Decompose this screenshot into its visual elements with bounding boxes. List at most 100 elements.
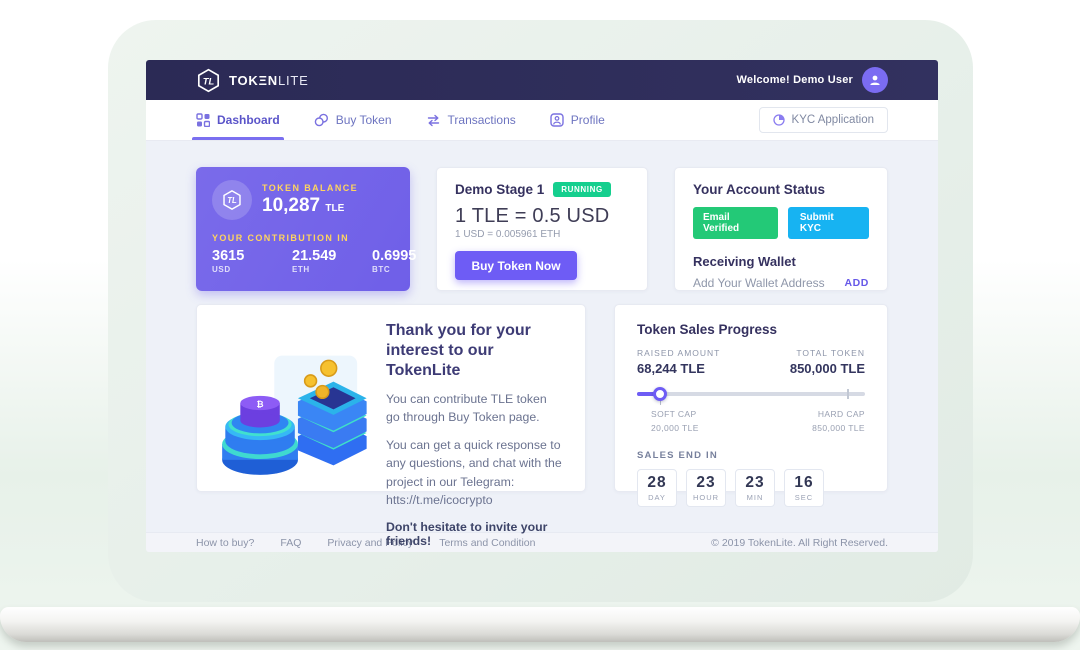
balance-top: TL TOKEN BALANCE 10,287 TLE: [212, 180, 394, 220]
slider-track: [637, 392, 865, 396]
submit-kyc-badge[interactable]: Submit KYC: [788, 207, 869, 239]
countdown-day: 28 DAY: [637, 469, 677, 507]
countdown-unit: DAY: [648, 493, 666, 502]
countdown-row: 28 DAY 23 HOUR 23 MIN 16: [637, 469, 865, 507]
coins-illustration: ₿: [219, 343, 374, 475]
main-content: TL TOKEN BALANCE 10,287 TLE YOUR CONTRIB…: [146, 140, 938, 532]
contribution-currency: USD: [212, 265, 274, 274]
countdown-sec: 16 SEC: [784, 469, 824, 507]
contribution-label: YOUR CONTRIBUTION IN: [212, 233, 394, 243]
brand: TL TOKΞNLITE: [196, 68, 309, 93]
token-hexagon-icon: TL: [212, 180, 252, 220]
app-screen: TL TOKΞNLITE Welcome! Demo User: [146, 60, 938, 552]
stage-head: Demo Stage 1 RUNNING: [455, 182, 629, 197]
balance-value: 10,287: [262, 195, 320, 216]
countdown-value: 16: [794, 474, 813, 492]
progress-title: Token Sales Progress: [637, 322, 865, 337]
nav-bar: Dashboard Buy Token Transactions: [146, 100, 938, 140]
nav-item-transactions[interactable]: Transactions: [426, 100, 516, 140]
thank-you-highlight: Don't hesitate to invite your friends!: [386, 520, 563, 548]
brand-name-bold: TOKΞN: [229, 73, 278, 88]
countdown-unit: MIN: [747, 493, 764, 502]
balance-unit: TLE: [325, 203, 344, 214]
nav-items: Dashboard Buy Token Transactions: [196, 100, 605, 140]
kyc-application-button[interactable]: KYC Application: [759, 107, 888, 133]
contribution-usd: 3615 USD: [212, 248, 274, 274]
slider-handle[interactable]: [653, 387, 667, 401]
hard-cap: HARD CAP 850,000 TLE: [812, 408, 865, 435]
cards-row-2: ₿ Thank you for your interest to our Tok…: [196, 304, 888, 492]
countdown-value: 28: [647, 474, 666, 492]
token-sales-progress-card: Token Sales Progress RAISED AMOUNT TOTAL…: [614, 304, 888, 492]
contribution-value: 3615: [212, 248, 274, 264]
buy-token-now-button[interactable]: Buy Token Now: [455, 251, 577, 280]
raised-amount-label: RAISED AMOUNT: [637, 348, 720, 358]
progress-labels: RAISED AMOUNT TOTAL TOKEN: [637, 348, 865, 358]
token-rate-secondary: 1 USD = 0.005961 ETH: [455, 229, 629, 240]
account-status-title: Your Account Status: [693, 182, 869, 197]
contribution-row: 3615 USD 21.549 ETH 0.6995 BTC: [212, 248, 394, 274]
page: TL TOKΞNLITE Welcome! Demo User: [0, 0, 1080, 650]
countdown-value: 23: [696, 474, 715, 492]
user-avatar[interactable]: [862, 67, 888, 93]
add-wallet-link[interactable]: ADD: [844, 277, 869, 289]
svg-text:TL: TL: [227, 196, 237, 205]
contribution-btc: 0.6995 BTC: [372, 248, 434, 274]
user-area: Welcome! Demo User: [737, 67, 889, 93]
welcome-text: Welcome! Demo User: [737, 74, 854, 86]
brand-name: TOKΞNLITE: [229, 73, 309, 88]
thank-you-paragraph-2: You can get a quick response to any ques…: [386, 436, 563, 510]
thank-you-title: Thank you for your interest to our Token…: [386, 321, 563, 381]
nav-label: Profile: [571, 113, 605, 127]
kyc-disc-icon: [773, 114, 785, 126]
soft-cap: SOFT CAP 20,000 TLE: [651, 408, 699, 435]
transfer-arrows-icon: [426, 114, 441, 127]
nav-label: Buy Token: [336, 113, 392, 127]
email-verified-badge: Email Verified: [693, 207, 778, 239]
thank-you-paragraph-1: You can contribute TLE token go through …: [386, 390, 563, 427]
total-token-label: TOTAL TOKEN: [796, 348, 865, 358]
contribution-eth: 21.549 ETH: [292, 248, 354, 274]
stage-title: Demo Stage 1: [455, 182, 544, 197]
nav-label: Transactions: [448, 113, 516, 127]
progress-values: 68,244 TLE 850,000 TLE: [637, 361, 865, 376]
sales-progress-slider: [637, 387, 865, 401]
receiving-wallet-title: Receiving Wallet: [693, 254, 869, 269]
footer-link-how-to-buy[interactable]: How to buy?: [196, 537, 254, 549]
dashboard-grid-icon: [196, 113, 210, 127]
thank-you-body: Thank you for your interest to our Token…: [374, 321, 563, 475]
copyright: © 2019 TokenLite. All Right Reserved.: [711, 537, 888, 549]
nav-item-profile[interactable]: Profile: [550, 100, 605, 140]
hard-cap-value: 850,000 TLE: [812, 422, 865, 436]
laptop-base: [0, 607, 1080, 642]
nav-item-buy-token[interactable]: Buy Token: [314, 100, 392, 140]
nav-item-dashboard[interactable]: Dashboard: [196, 100, 280, 140]
account-badges: Email Verified Submit KYC: [693, 207, 869, 239]
wallet-hint: Add Your Wallet Address: [693, 276, 825, 290]
countdown-hour: 23 HOUR: [686, 469, 726, 507]
raised-amount-value: 68,244 TLE: [637, 361, 705, 376]
status-badge-running: RUNNING: [553, 182, 611, 197]
soft-cap-label: SOFT CAP: [651, 408, 699, 422]
hard-cap-label: HARD CAP: [812, 408, 865, 422]
thank-you-card: ₿ Thank you for your interest to our Tok…: [196, 304, 586, 492]
brand-name-light: LITE: [278, 73, 309, 88]
caps-row: SOFT CAP 20,000 TLE HARD CAP 850,000 TLE: [637, 408, 865, 435]
balance-figures: TOKEN BALANCE 10,287 TLE: [262, 183, 358, 217]
box-stack: [298, 382, 367, 466]
wallet-row: Add Your Wallet Address ADD: [693, 276, 869, 290]
top-header-bar: TL TOKΞNLITE Welcome! Demo User: [146, 60, 938, 100]
token-balance-card: TL TOKEN BALANCE 10,287 TLE YOUR CONTRIB…: [196, 167, 410, 291]
cards-row-1: TL TOKEN BALANCE 10,287 TLE YOUR CONTRIB…: [196, 167, 888, 291]
contribution-currency: BTC: [372, 265, 434, 274]
account-status-card: Your Account Status Email Verified Submi…: [674, 167, 888, 291]
nav-label: Dashboard: [217, 113, 280, 127]
tokenlite-logo-icon: TL: [196, 68, 221, 93]
contribution-value: 0.6995: [372, 248, 434, 264]
contribution-currency: ETH: [292, 265, 354, 274]
token-rate-primary: 1 TLE = 0.5 USD: [455, 205, 629, 228]
svg-text:₿: ₿: [257, 399, 264, 409]
svg-text:TL: TL: [203, 76, 215, 86]
footer-link-faq[interactable]: FAQ: [280, 537, 301, 549]
kyc-button-label: KYC Application: [792, 114, 874, 126]
